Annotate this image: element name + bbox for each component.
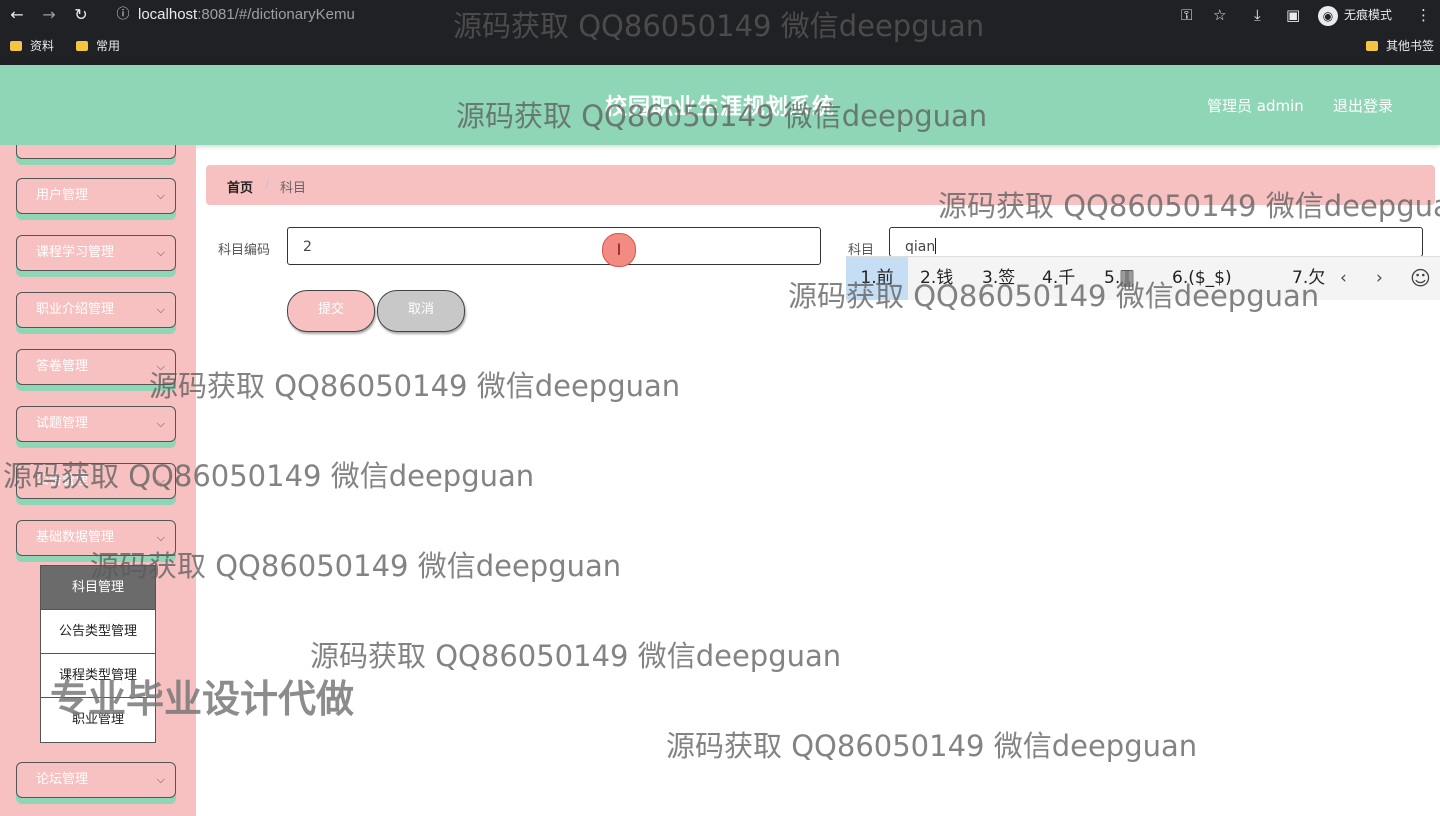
subject-code-label: 科目编码 [218, 243, 271, 258]
watermark: 源码获取 QQ86050149 微信deepguan [453, 9, 985, 43]
sidebar-item-label: 课程学习管理 [36, 245, 115, 260]
incognito-label: 无痕模式 [1344, 8, 1393, 22]
reload-icon[interactable]: ↻ [70, 4, 92, 26]
incognito-icon: ◉ [1318, 5, 1338, 26]
bookmark-label: 资料 [30, 39, 55, 53]
sidebar-item-label: 论坛管理 [36, 772, 89, 787]
logout-link[interactable]: 退出登录 [1333, 95, 1393, 116]
info-icon[interactable]: ⓘ [112, 4, 134, 26]
watermark: 源码获取 QQ86050149 微信deepguan [456, 99, 988, 133]
watermark: 源码获取 QQ86050149 微信deepguan [310, 639, 842, 673]
url-path: :8081/#/dictionaryKemu [197, 6, 355, 23]
url-host: localhost [138, 6, 198, 23]
watermark: 源码获取 QQ86050149 微信deepguan [149, 369, 681, 403]
folder-icon [10, 41, 22, 51]
bookmark-folder-other[interactable]: 其他书签 [1366, 38, 1434, 54]
chevron-down-icon: ⌵ [156, 189, 165, 202]
back-icon[interactable]: ← [6, 4, 28, 26]
forward-icon[interactable]: → [38, 4, 60, 26]
breadcrumb-separator: / [265, 177, 270, 192]
bookmark-label: 其他书签 [1386, 39, 1435, 53]
sidebar-item-label: 答卷管理 [36, 359, 89, 374]
incognito-indicator[interactable]: ◉ 无痕模式 [1318, 3, 1408, 27]
folder-icon [76, 41, 88, 51]
chevron-down-icon: ⌵ [156, 303, 165, 316]
subject-code-input[interactable]: 2 [287, 227, 821, 265]
bookmark-label: 常用 [96, 39, 121, 53]
chevron-down-icon: ⌵ [156, 246, 165, 259]
watermark: 源码获取 QQ86050149 微信deepguan [90, 549, 622, 583]
sidebar-item-label: 试题管理 [36, 416, 89, 431]
sidebar-item-label: 用户管理 [36, 188, 89, 203]
menu-kebab-icon[interactable]: ⋮ [1416, 4, 1431, 26]
star-icon[interactable]: ☆ [1213, 4, 1226, 26]
ime-emoji-icon[interactable]: ☺ [1410, 257, 1431, 300]
sidebar-item-courses[interactable]: 课程学习管理 ⌵ [16, 235, 176, 271]
breadcrumb-current: 科目 [280, 181, 307, 196]
cancel-button[interactable]: 取消 [377, 290, 465, 332]
bookmark-folder-ziliao[interactable]: 资料 [10, 38, 54, 54]
text-cursor-icon: I [602, 233, 636, 267]
subject-code-value: 2 [303, 239, 312, 255]
text-caret [935, 238, 937, 254]
ime-next-icon[interactable]: › [1376, 257, 1383, 300]
ime-prev-icon[interactable]: ‹ [1340, 257, 1347, 300]
sidebar-item-questions[interactable]: 试题管理 ⌵ [16, 406, 176, 442]
watermark: 源码获取 QQ86050149 微信deepguan [3, 459, 535, 493]
download-icon[interactable]: ⤓ [1254, 4, 1261, 26]
chevron-down-icon: ⌵ [156, 773, 165, 786]
sidepanel-icon[interactable]: ▣ [1286, 4, 1300, 26]
sidebar-item-label: 职业介绍管理 [36, 302, 115, 317]
sidebar-item-users[interactable]: 用户管理 ⌵ [16, 178, 176, 214]
subject-name-input[interactable]: qian [889, 227, 1423, 257]
promo-watermark: 专业毕业设计代做 [50, 677, 355, 721]
watermark: 源码获取 QQ86050149 微信deepguan [666, 729, 1198, 763]
watermark: 源码获取 QQ86050149 微信deepguan [938, 189, 1440, 223]
subject-name-value: qian [905, 239, 936, 255]
sidebar-item-forum[interactable]: 论坛管理 ⌵ [16, 762, 176, 798]
chevron-down-icon: ⌵ [156, 417, 165, 430]
sidebar-item-careers[interactable]: 职业介绍管理 ⌵ [16, 292, 176, 328]
key-icon[interactable]: ⚿ [1181, 4, 1192, 26]
sidebar-item-top[interactable] [16, 145, 176, 159]
watermark: 源码获取 QQ86050149 微信deepguan [788, 279, 1320, 313]
submit-button[interactable]: 提交 [287, 290, 375, 332]
submenu-item-notice-type[interactable]: 公告类型管理 [41, 610, 155, 654]
breadcrumb-home[interactable]: 首页 [227, 177, 253, 196]
admin-name: 管理员 admin [1207, 97, 1304, 115]
bookmark-folder-changyong[interactable]: 常用 [76, 38, 120, 54]
folder-icon [1366, 41, 1378, 51]
